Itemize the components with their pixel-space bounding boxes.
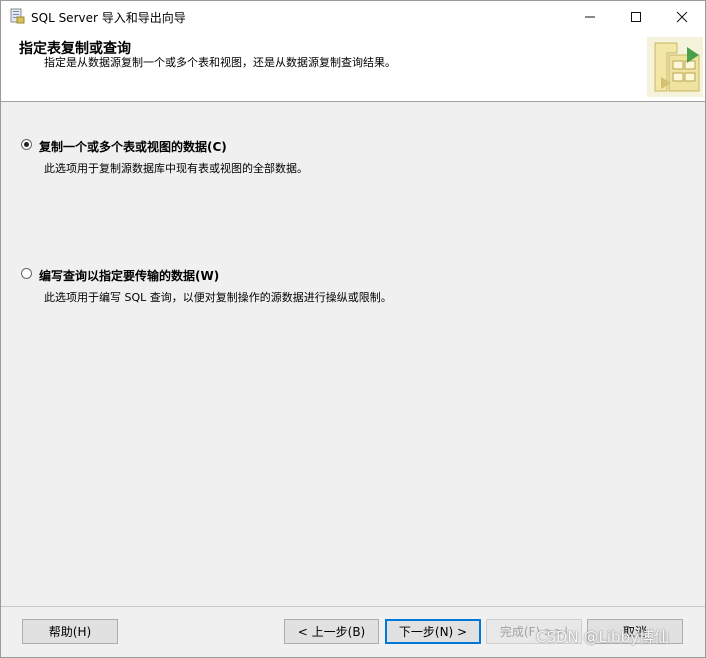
wizard-window: SQL Server 导入和导出向导 指定表复制或查询 指定是从数据源复制一个或…: [0, 0, 706, 658]
minimize-button[interactable]: [567, 1, 613, 32]
close-icon: [676, 11, 688, 22]
radio-write-query[interactable]: [21, 268, 32, 279]
wizard-icon: [647, 37, 703, 97]
wizard-header: 指定表复制或查询 指定是从数据源复制一个或多个表和视图，还是从数据源复制查询结果…: [1, 32, 705, 102]
window-title: SQL Server 导入和导出向导: [31, 11, 186, 25]
watermark: CSDN @Libby博仙: [536, 628, 669, 646]
radio-copy-tables[interactable]: [21, 139, 32, 150]
page-subtitle: 指定是从数据源复制一个或多个表和视图，还是从数据源复制查询结果。: [44, 56, 396, 69]
option-copy-tables-label[interactable]: 复制一个或多个表或视图的数据(C): [39, 138, 227, 155]
maximize-icon: [631, 11, 641, 22]
back-button[interactable]: < 上一步(B): [284, 619, 379, 644]
footer-divider: [1, 606, 705, 607]
close-button[interactable]: [659, 1, 705, 32]
option-copy-tables-description: 此选项用于复制源数据库中现有表或视图的全部数据。: [44, 162, 308, 175]
minimize-icon: [585, 16, 595, 17]
help-button[interactable]: 帮助(H): [22, 619, 118, 644]
maximize-button[interactable]: [613, 1, 659, 32]
option-write-query-label[interactable]: 编写查询以指定要传输的数据(W): [39, 267, 219, 284]
option-write-query-description: 此选项用于编写 SQL 查询，以便对复制操作的源数据进行操纵或限制。: [44, 291, 392, 304]
next-button[interactable]: 下一步(N) >: [385, 619, 481, 644]
app-icon: [9, 8, 25, 24]
title-bar[interactable]: SQL Server 导入和导出向导: [1, 1, 705, 32]
